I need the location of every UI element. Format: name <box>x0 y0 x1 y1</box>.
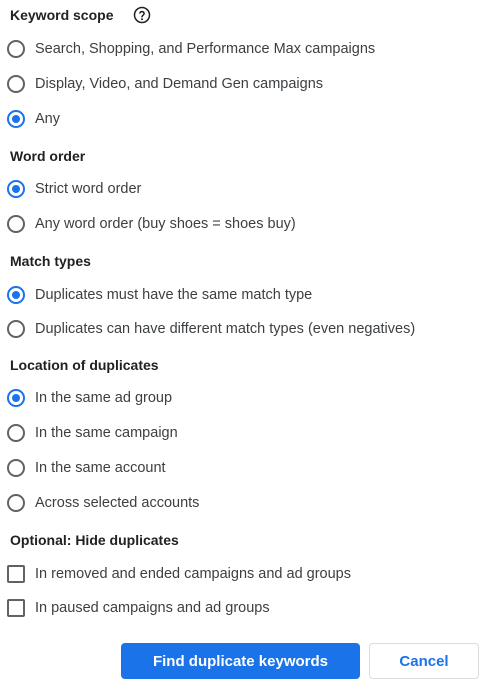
radio-option-same-account[interactable]: In the same account <box>7 458 166 478</box>
radio-button[interactable] <box>7 75 25 93</box>
radio-button-selected[interactable] <box>7 110 25 128</box>
cancel-button[interactable]: Cancel <box>369 643 479 679</box>
radio-option-different-match-types[interactable]: Duplicates can have different match type… <box>7 319 415 339</box>
radio-option-strict-word-order[interactable]: Strict word order <box>7 179 141 199</box>
checkbox[interactable] <box>7 599 25 617</box>
radio-option-label: Across selected accounts <box>35 495 200 511</box>
checkbox-option-label: In removed and ended campaigns and ad gr… <box>35 566 351 582</box>
radio-button-selected[interactable] <box>7 389 25 407</box>
radio-option-label: Any <box>35 111 60 127</box>
checkbox-option-paused[interactable]: In paused campaigns and ad groups <box>7 598 270 618</box>
radio-option-label: Display, Video, and Demand Gen campaigns <box>35 76 324 92</box>
match-types-title: Match types <box>10 253 91 269</box>
radio-option-label: In the same account <box>35 460 166 476</box>
keyword-scope-title: Keyword scope <box>10 7 114 23</box>
radio-button-selected[interactable] <box>7 286 25 304</box>
checkbox-option-label: In paused campaigns and ad groups <box>35 600 270 616</box>
match-types-heading: Match types <box>10 252 91 270</box>
radio-option-label: Strict word order <box>35 181 142 197</box>
radio-option-label: Search, Shopping, and Performance Max ca… <box>35 41 376 57</box>
find-duplicate-keywords-button[interactable]: Find duplicate keywords <box>121 643 360 679</box>
radio-option-label: Any word order (buy shoes = shoes buy) <box>35 216 296 232</box>
hide-duplicates-title: Optional: Hide duplicates <box>10 532 179 548</box>
radio-button[interactable] <box>7 215 25 233</box>
radio-button[interactable] <box>7 40 25 58</box>
radio-option-same-campaign[interactable]: In the same campaign <box>7 423 178 443</box>
help-circle-icon[interactable] <box>133 6 151 24</box>
radio-option-same-match-type[interactable]: Duplicates must have the same match type <box>7 285 312 305</box>
radio-option-across-accounts[interactable]: Across selected accounts <box>7 493 199 513</box>
radio-button[interactable] <box>7 494 25 512</box>
radio-button[interactable] <box>7 424 25 442</box>
checkbox-option-removed-ended[interactable]: In removed and ended campaigns and ad gr… <box>7 564 351 584</box>
radio-option-label: Duplicates must have the same match type <box>35 287 313 303</box>
location-title: Location of duplicates <box>10 357 159 373</box>
hide-duplicates-heading: Optional: Hide duplicates <box>10 531 179 549</box>
radio-option-same-ad-group[interactable]: In the same ad group <box>7 388 172 408</box>
radio-option-any-word-order[interactable]: Any word order (buy shoes = shoes buy) <box>7 214 296 234</box>
radio-option-label: In the same ad group <box>35 390 173 406</box>
word-order-heading: Word order <box>10 147 85 165</box>
keyword-scope-heading: Keyword scope <box>10 6 151 24</box>
radio-button-selected[interactable] <box>7 180 25 198</box>
radio-option-display-video-demandgen[interactable]: Display, Video, and Demand Gen campaigns <box>7 74 323 94</box>
radio-option-search-shopping-pmax[interactable]: Search, Shopping, and Performance Max ca… <box>7 39 375 59</box>
location-heading: Location of duplicates <box>10 356 159 374</box>
radio-option-any-scope[interactable]: Any <box>7 109 60 129</box>
radio-option-label: In the same campaign <box>35 425 178 441</box>
radio-button[interactable] <box>7 320 25 338</box>
word-order-title: Word order <box>10 148 86 164</box>
checkbox[interactable] <box>7 565 25 583</box>
radio-button[interactable] <box>7 459 25 477</box>
radio-option-label: Duplicates can have different match type… <box>35 321 416 337</box>
